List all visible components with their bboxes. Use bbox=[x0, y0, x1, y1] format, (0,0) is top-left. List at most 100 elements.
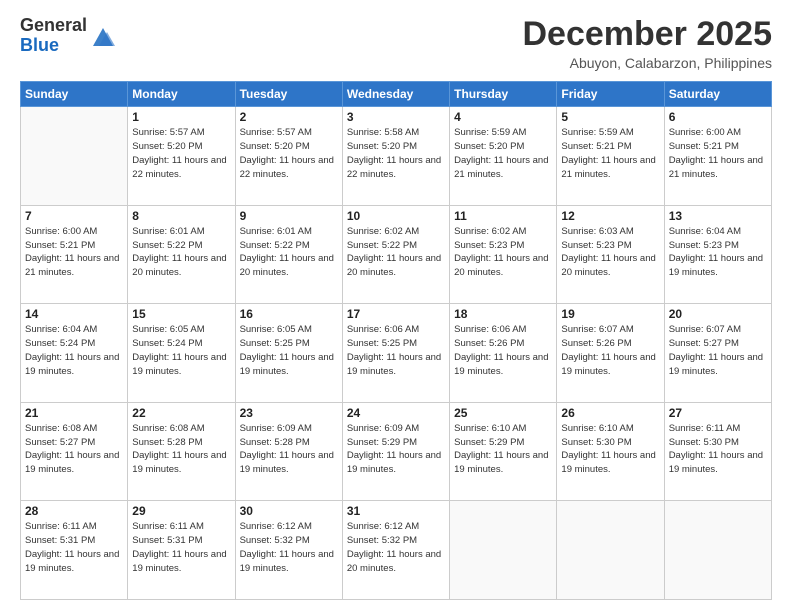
table-row: 13Sunrise: 6:04 AM Sunset: 5:23 PM Dayli… bbox=[664, 205, 771, 304]
header: General Blue December 2025 Abuyon, Calab… bbox=[20, 16, 772, 71]
col-sunday: Sunday bbox=[21, 82, 128, 107]
table-row: 22Sunrise: 6:08 AM Sunset: 5:28 PM Dayli… bbox=[128, 402, 235, 501]
day-number: 7 bbox=[25, 209, 123, 223]
day-number: 21 bbox=[25, 406, 123, 420]
table-row: 11Sunrise: 6:02 AM Sunset: 5:23 PM Dayli… bbox=[450, 205, 557, 304]
day-info: Sunrise: 6:09 AM Sunset: 5:29 PM Dayligh… bbox=[347, 422, 445, 477]
day-info: Sunrise: 6:08 AM Sunset: 5:27 PM Dayligh… bbox=[25, 422, 123, 477]
day-info: Sunrise: 6:00 AM Sunset: 5:21 PM Dayligh… bbox=[25, 225, 123, 280]
table-row: 18Sunrise: 6:06 AM Sunset: 5:26 PM Dayli… bbox=[450, 304, 557, 403]
day-number: 25 bbox=[454, 406, 552, 420]
table-row: 16Sunrise: 6:05 AM Sunset: 5:25 PM Dayli… bbox=[235, 304, 342, 403]
logo: General Blue bbox=[20, 16, 117, 56]
day-number: 8 bbox=[132, 209, 230, 223]
day-info: Sunrise: 6:06 AM Sunset: 5:26 PM Dayligh… bbox=[454, 323, 552, 378]
day-info: Sunrise: 6:11 AM Sunset: 5:31 PM Dayligh… bbox=[25, 520, 123, 575]
table-row: 6 Sunrise: 6:00 AM Sunset: 5:21 PM Daylig… bbox=[664, 107, 771, 206]
table-row: 15 Sunrise: 6:05 AM Sunset: 5:24 PM Dayli… bbox=[128, 304, 235, 403]
day-info: Sunrise: 6:04 AM Sunset: 5:24 PM Dayligh… bbox=[25, 323, 123, 378]
title-area: December 2025 Abuyon, Calabarzon, Philip… bbox=[522, 16, 772, 71]
logo-general: General bbox=[20, 16, 87, 36]
table-row: 10 Sunrise: 6:02 AM Sunset: 5:22 PM Dayli… bbox=[342, 205, 449, 304]
day-info: Sunrise: 6:05 AM Sunset: 5:25 PM Dayligh… bbox=[240, 323, 338, 378]
day-info: Sunrise: 6:07 AM Sunset: 5:27 PM Dayligh… bbox=[669, 323, 767, 378]
table-row: 8Sunrise: 6:01 AM Sunset: 5:22 PM Daylig… bbox=[128, 205, 235, 304]
day-number: 15 bbox=[132, 307, 230, 321]
col-saturday: Saturday bbox=[664, 82, 771, 107]
day-number: 10 bbox=[347, 209, 445, 223]
table-row bbox=[664, 501, 771, 600]
month-title: December 2025 bbox=[522, 16, 772, 53]
day-info: Sunrise: 6:12 AM Sunset: 5:32 PM Dayligh… bbox=[347, 520, 445, 575]
day-info: Sunrise: 5:58 AM Sunset: 5:20 PM Dayligh… bbox=[347, 126, 445, 181]
table-row: 25 Sunrise: 6:10 AM Sunset: 5:29 PM Dayli… bbox=[450, 402, 557, 501]
day-info: Sunrise: 6:09 AM Sunset: 5:28 PM Dayligh… bbox=[240, 422, 338, 477]
table-row: 31 Sunrise: 6:12 AM Sunset: 5:32 PM Dayli… bbox=[342, 501, 449, 600]
logo-blue: Blue bbox=[20, 36, 87, 56]
day-number: 31 bbox=[347, 504, 445, 518]
day-number: 14 bbox=[25, 307, 123, 321]
day-number: 28 bbox=[25, 504, 123, 518]
logo-icon bbox=[89, 22, 117, 50]
day-info: Sunrise: 6:10 AM Sunset: 5:30 PM Dayligh… bbox=[561, 422, 659, 477]
day-number: 23 bbox=[240, 406, 338, 420]
table-row bbox=[557, 501, 664, 600]
day-info: Sunrise: 6:01 AM Sunset: 5:22 PM Dayligh… bbox=[240, 225, 338, 280]
table-row bbox=[21, 107, 128, 206]
table-row: 20 Sunrise: 6:07 AM Sunset: 5:27 PM Dayli… bbox=[664, 304, 771, 403]
day-number: 26 bbox=[561, 406, 659, 420]
day-info: Sunrise: 6:07 AM Sunset: 5:26 PM Dayligh… bbox=[561, 323, 659, 378]
calendar-week-row: 28 Sunrise: 6:11 AM Sunset: 5:31 PM Dayli… bbox=[21, 501, 772, 600]
table-row: 23 Sunrise: 6:09 AM Sunset: 5:28 PM Dayli… bbox=[235, 402, 342, 501]
day-info: Sunrise: 6:00 AM Sunset: 5:21 PM Dayligh… bbox=[669, 126, 767, 181]
day-number: 12 bbox=[561, 209, 659, 223]
col-wednesday: Wednesday bbox=[342, 82, 449, 107]
table-row: 7 Sunrise: 6:00 AM Sunset: 5:21 PM Daylig… bbox=[21, 205, 128, 304]
day-number: 3 bbox=[347, 110, 445, 124]
table-row: 29Sunrise: 6:11 AM Sunset: 5:31 PM Dayli… bbox=[128, 501, 235, 600]
day-number: 24 bbox=[347, 406, 445, 420]
table-row: 21 Sunrise: 6:08 AM Sunset: 5:27 PM Dayli… bbox=[21, 402, 128, 501]
table-row: 12 Sunrise: 6:03 AM Sunset: 5:23 PM Dayli… bbox=[557, 205, 664, 304]
day-number: 4 bbox=[454, 110, 552, 124]
location: Abuyon, Calabarzon, Philippines bbox=[522, 55, 772, 71]
day-number: 19 bbox=[561, 307, 659, 321]
day-number: 6 bbox=[669, 110, 767, 124]
table-row: 27 Sunrise: 6:11 AM Sunset: 5:30 PM Dayli… bbox=[664, 402, 771, 501]
table-row: 30 Sunrise: 6:12 AM Sunset: 5:32 PM Dayli… bbox=[235, 501, 342, 600]
logo-text: General Blue bbox=[20, 16, 87, 56]
table-row: 17Sunrise: 6:06 AM Sunset: 5:25 PM Dayli… bbox=[342, 304, 449, 403]
col-monday: Monday bbox=[128, 82, 235, 107]
day-info: Sunrise: 6:06 AM Sunset: 5:25 PM Dayligh… bbox=[347, 323, 445, 378]
table-row: 28 Sunrise: 6:11 AM Sunset: 5:31 PM Dayli… bbox=[21, 501, 128, 600]
calendar-week-row: 1 Sunrise: 5:57 AM Sunset: 5:20 PM Daylig… bbox=[21, 107, 772, 206]
day-info: Sunrise: 6:11 AM Sunset: 5:31 PM Dayligh… bbox=[132, 520, 230, 575]
day-number: 20 bbox=[669, 307, 767, 321]
table-row: 19 Sunrise: 6:07 AM Sunset: 5:26 PM Dayli… bbox=[557, 304, 664, 403]
table-row: 5Sunrise: 5:59 AM Sunset: 5:21 PM Daylig… bbox=[557, 107, 664, 206]
day-number: 27 bbox=[669, 406, 767, 420]
table-row: 2Sunrise: 5:57 AM Sunset: 5:20 PM Daylig… bbox=[235, 107, 342, 206]
col-thursday: Thursday bbox=[450, 82, 557, 107]
day-info: Sunrise: 5:59 AM Sunset: 5:20 PM Dayligh… bbox=[454, 126, 552, 181]
day-info: Sunrise: 5:57 AM Sunset: 5:20 PM Dayligh… bbox=[240, 126, 338, 181]
day-number: 1 bbox=[132, 110, 230, 124]
day-info: Sunrise: 5:59 AM Sunset: 5:21 PM Dayligh… bbox=[561, 126, 659, 181]
table-row: 24 Sunrise: 6:09 AM Sunset: 5:29 PM Dayli… bbox=[342, 402, 449, 501]
calendar-table: Sunday Monday Tuesday Wednesday Thursday… bbox=[20, 81, 772, 600]
page: General Blue December 2025 Abuyon, Calab… bbox=[0, 0, 792, 612]
day-number: 13 bbox=[669, 209, 767, 223]
table-row: 1Sunrise: 5:57 AM Sunset: 5:20 PM Daylig… bbox=[128, 107, 235, 206]
table-row: 26 Sunrise: 6:10 AM Sunset: 5:30 PM Dayli… bbox=[557, 402, 664, 501]
calendar-week-row: 7 Sunrise: 6:00 AM Sunset: 5:21 PM Daylig… bbox=[21, 205, 772, 304]
day-info: Sunrise: 6:05 AM Sunset: 5:24 PM Dayligh… bbox=[132, 323, 230, 378]
day-info: Sunrise: 6:03 AM Sunset: 5:23 PM Dayligh… bbox=[561, 225, 659, 280]
day-info: Sunrise: 6:11 AM Sunset: 5:30 PM Dayligh… bbox=[669, 422, 767, 477]
day-number: 30 bbox=[240, 504, 338, 518]
day-number: 9 bbox=[240, 209, 338, 223]
day-info: Sunrise: 6:02 AM Sunset: 5:22 PM Dayligh… bbox=[347, 225, 445, 280]
day-info: Sunrise: 6:10 AM Sunset: 5:29 PM Dayligh… bbox=[454, 422, 552, 477]
table-row bbox=[450, 501, 557, 600]
table-row: 3 Sunrise: 5:58 AM Sunset: 5:20 PM Daylig… bbox=[342, 107, 449, 206]
day-info: Sunrise: 6:12 AM Sunset: 5:32 PM Dayligh… bbox=[240, 520, 338, 575]
